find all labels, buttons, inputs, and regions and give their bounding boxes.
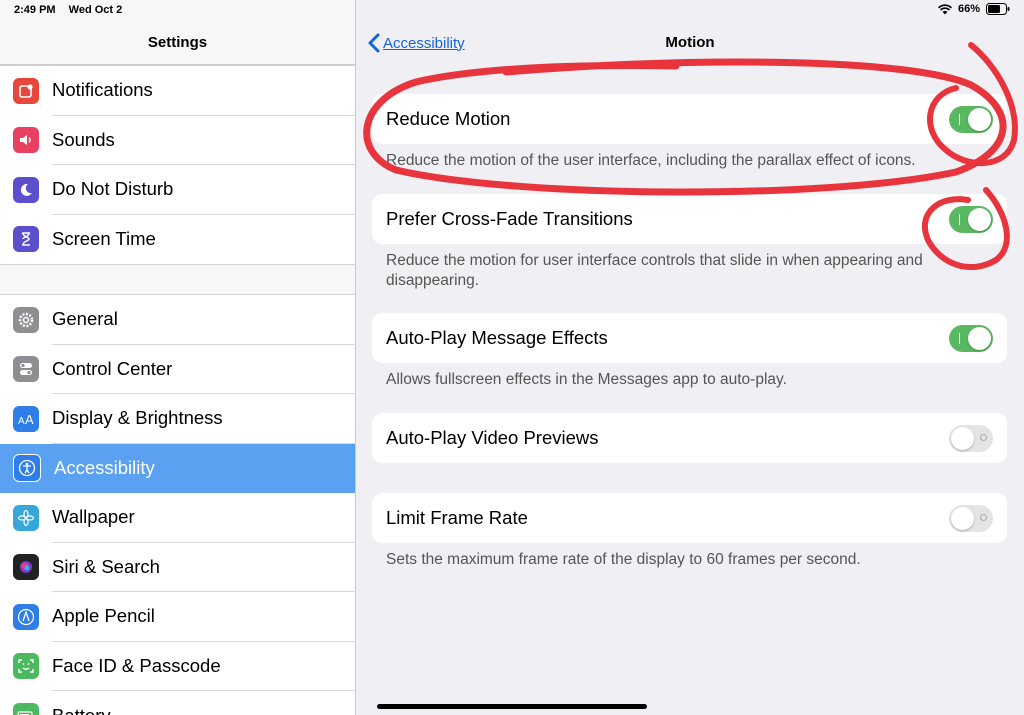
sidebar-item-notifications[interactable]: Notifications [0,66,355,116]
sidebar-item-wallpaper[interactable]: Wallpaper [0,493,355,543]
gear-icon [13,306,39,333]
setting-description: Sets the maximum frame rate of the displ… [386,551,861,568]
siri-icon [13,554,39,581]
sidebar-item-label: Notifications [52,66,355,116]
setting-description: Allows fullscreen effects in the Message… [386,371,787,388]
sidebar-item-label: Accessibility [54,457,155,479]
auto-play-video-previews-toggle[interactable] [949,424,993,452]
toggle-knob [951,426,974,450]
toggle-mark [980,433,987,441]
toggle-mark [959,332,960,344]
sidebar-item-sounds[interactable]: Sounds [0,116,355,165]
status-bar-left: 2:49 PM Wed Oct 2 [14,4,132,16]
sidebar-item-screen-time[interactable]: Screen Time [0,215,355,265]
sidebar-item-label: General [52,295,355,345]
sidebar-item-label: Control Center [52,345,355,394]
battery-percent: 66% [957,3,980,15]
sidebar-group-1: Notifications Sounds Do Not Disturb Screen … [0,65,355,265]
sidebar-item-label: Screen Time [52,228,156,250]
text-size-icon: AA [13,405,39,432]
sidebar-item-general[interactable]: General [0,295,355,345]
detail-pane: 66% Accessibility Motion Reduce Motion Re… [356,0,1024,715]
sidebar-item-label: Display & Brightness [52,394,355,444]
status-bar-right: 66% [938,3,1010,15]
sidebar-group-2: General Control Center A A Display & Brightn… [0,294,355,715]
sidebar-item-face-id-passcode[interactable]: Face ID & Passcode [0,642,355,691]
moon-icon [13,176,39,203]
sidebar-item-label: Face ID & Passcode [52,642,355,691]
svg-text:A: A [25,412,34,426]
face-id-icon [13,653,39,680]
status-date: Wed Oct 2 [68,4,123,16]
page-title: Motion [665,34,715,51]
svg-text:A: A [18,416,25,426]
toggle-knob [968,207,991,231]
sidebar-item-label: Battery [52,691,355,715]
toggle-mark [980,513,987,521]
limit-frame-rate-toggle[interactable] [949,504,993,532]
sidebar: 2:49 PM Wed Oct 2 Settings Notifications… [0,0,356,715]
setting-label: Auto-Play Message Effects [386,327,608,348]
toggle-knob [968,107,991,131]
accessibility-icon [13,454,41,483]
pencil-icon [13,603,39,630]
toggle-knob [968,326,991,350]
sidebar-item-display-brightness[interactable]: A A Display & Brightness [0,394,355,444]
sidebar-item-label: Siri & Search [52,543,355,592]
notifications-icon [13,77,39,104]
reduce-motion-toggle[interactable] [949,105,993,133]
prefer-cross-fade-transitions-toggle[interactable] [949,205,993,233]
setting-label: Auto-Play Video Previews [386,427,599,448]
sidebar-item-siri-search[interactable]: Siri & Search [0,543,355,592]
flower-icon [13,504,39,531]
setting-description: Reduce the motion of the user interface,… [386,152,916,169]
setting-row-auto-play-message-effects: Auto-Play Message Effects [372,313,1007,363]
sidebar-title: Settings [147,34,208,51]
home-indicator [377,704,647,709]
toggle-knob [951,506,974,530]
setting-label: Reduce Motion [386,108,511,129]
sidebar-item-label: Wallpaper [52,493,355,543]
battery-icon [986,3,1010,15]
toggle-mark [959,213,960,225]
setting-row-prefer-cross-fade-transitions: Prefer Cross-Fade Transitions [372,194,1007,244]
sounds-icon [13,127,39,154]
sidebar-item-control-center[interactable]: Control Center [0,345,355,394]
auto-play-message-effects-toggle[interactable] [949,324,993,352]
sidebar-item-label: Sounds [52,116,355,165]
sidebar-item-battery[interactable]: Battery [0,691,355,715]
setting-row-limit-frame-rate: Limit Frame Rate [372,493,1007,543]
sidebar-item-do-not-disturb[interactable]: Do Not Disturb [0,165,355,215]
setting-row-auto-play-video-previews: Auto-Play Video Previews [372,413,1007,463]
switches-icon [13,356,39,383]
setting-row-reduce-motion: Reduce Motion [372,94,1007,144]
setting-label: Prefer Cross-Fade Transitions [386,208,633,229]
toggle-mark [959,113,960,125]
setting-label: Limit Frame Rate [386,507,528,528]
wifi-icon [938,3,952,14]
setting-description: Reduce the motion for user interface con… [386,252,923,289]
sidebar-item-label: Apple Pencil [52,592,355,642]
sidebar-item-label: Do Not Disturb [52,165,355,215]
status-time: 2:49 PM [14,4,56,16]
battery-icon [13,702,39,715]
sidebar-item-apple-pencil[interactable]: Apple Pencil [0,592,355,642]
sidebar-item-accessibility[interactable]: Accessibility [0,443,355,493]
hourglass-icon [13,226,39,253]
